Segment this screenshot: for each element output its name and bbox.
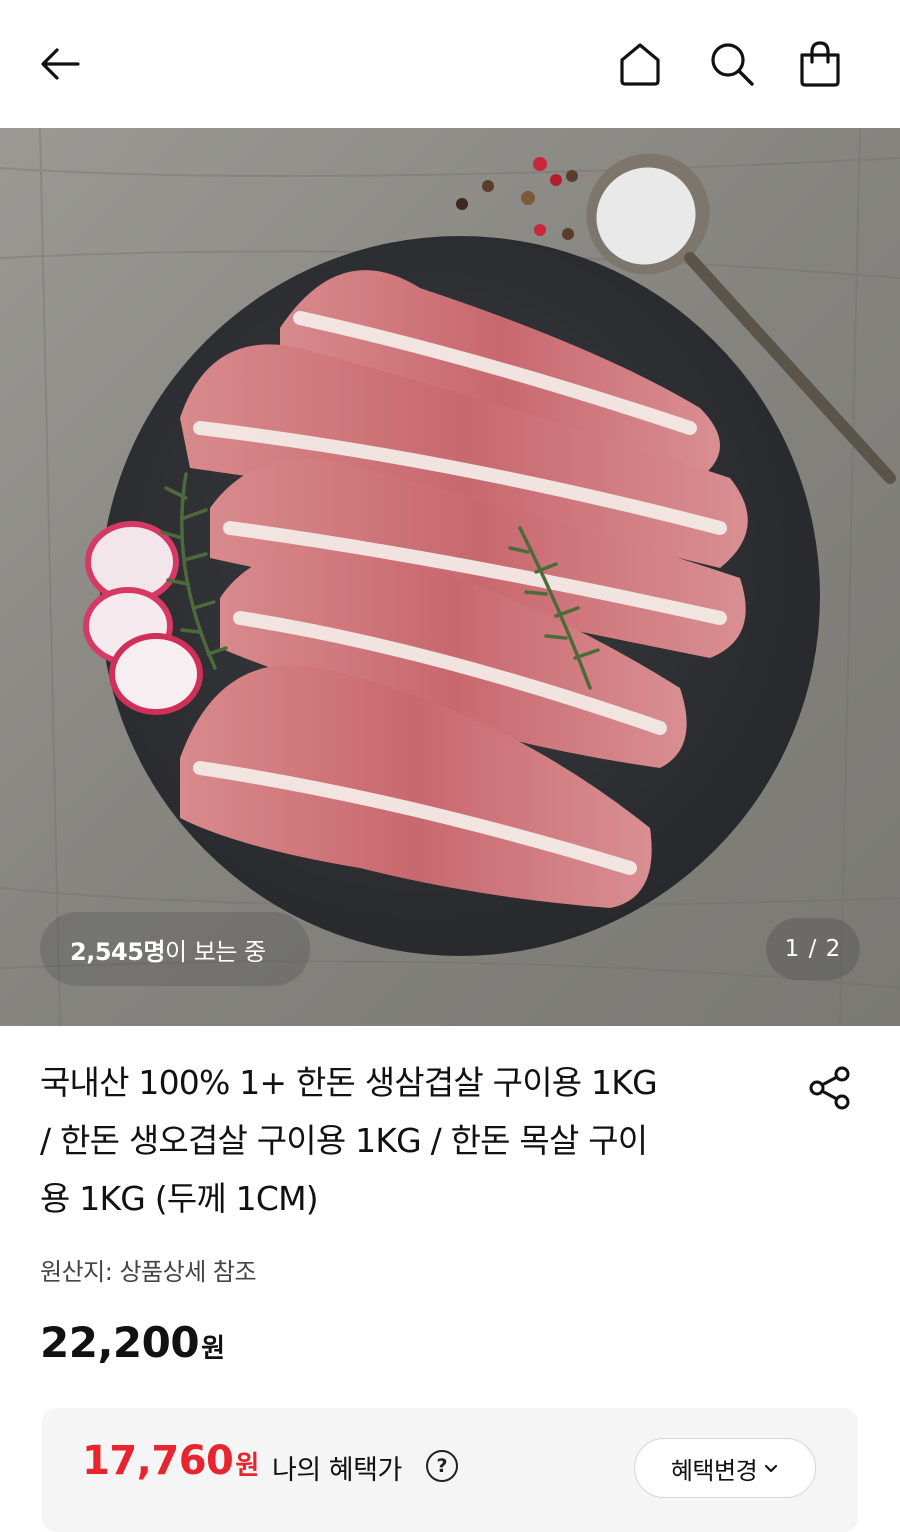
search-icon[interactable] <box>704 36 760 92</box>
benefit-price-unit: 원 <box>235 1451 260 1481</box>
arrow-left-icon[interactable] <box>32 36 88 92</box>
share-icon[interactable] <box>804 1062 856 1114</box>
chevron-down-icon <box>763 1460 779 1476</box>
product-image-carousel[interactable]: 2,545명 이 보는 중 1 / 2 <box>0 128 900 1026</box>
product-title-line: 국내산 100% 1+ 한돈 생삼겹살 구이용 1KG <box>40 1063 658 1102</box>
image-pager: 1 / 2 <box>766 918 860 980</box>
benefit-price-value: 17,760 <box>82 1438 234 1484</box>
viewer-count-badge: 2,545명 이 보는 중 <box>40 912 310 986</box>
viewer-count-suffix: 이 보는 중 <box>165 937 266 966</box>
shopping-bag-icon[interactable] <box>792 36 848 92</box>
product-photo <box>0 128 900 1026</box>
benefit-label: 나의 혜택가 <box>272 1455 402 1486</box>
change-benefit-button[interactable]: 혜택변경 <box>634 1438 816 1498</box>
benefit-price: 17,760 원 <box>82 1438 259 1484</box>
price-unit: 원 <box>201 1334 225 1364</box>
product-price: 22,200 원 <box>40 1318 225 1367</box>
home-icon[interactable] <box>612 36 668 92</box>
viewer-count: 2,545명 <box>70 937 166 966</box>
product-title-line: 용 1KG (두께 1CM) <box>40 1179 319 1218</box>
question-circle-icon[interactable]: ? <box>426 1450 458 1482</box>
change-benefit-label: 혜택변경 <box>670 1456 758 1485</box>
price-value: 22,200 <box>40 1318 200 1367</box>
product-detail-page: 2,545명 이 보는 중 1 / 2 국내산 100% 1+ 한돈 생삼겹살 구… <box>0 0 900 1532</box>
top-bar <box>0 0 900 128</box>
product-title: 국내산 100% 1+ 한돈 생삼겹살 구이용 1KG / 한돈 생오겹살 구이… <box>40 1054 780 1228</box>
origin-info: 원산지: 상품상세 참조 <box>40 1258 257 1286</box>
product-title-line: / 한돈 생오겹살 구이용 1KG / 한돈 목살 구이 <box>40 1121 648 1160</box>
benefit-price-box: 17,760 원 나의 혜택가 ? 혜택변경 <box>42 1408 858 1532</box>
